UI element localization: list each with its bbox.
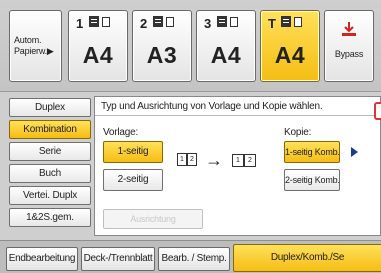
orientation-button[interactable]: Ausrichtung [103,209,203,229]
menu-item-distributed-duplex[interactable]: Vertei. Duplx [9,186,91,205]
menu-item-series[interactable]: Serie [9,142,91,161]
original-page-2: 2 [187,153,197,166]
function-tab-bar: Endbearbeitung Deck-/Trennblatt Bearb. /… [0,240,381,273]
tab-cover-slip-sheet[interactable]: Deck-/Trennblatt [81,247,155,271]
scroll-indicator-icon [374,102,381,120]
tray-t-number: T [268,16,276,31]
tray-3-button[interactable]: 3 A4 [196,10,256,82]
paper-tray-icon [217,16,247,28]
tab-edit-stamp[interactable]: Bearb. / Stemp. [158,247,230,271]
copy-page-2: 2 [244,154,256,167]
paper-tray-bar: Autom. Papierw.▶ 1 A4 2 A3 3 A4 T A4 Byp… [0,0,381,92]
tray-t-button[interactable]: T A4 [260,10,320,82]
bypass-tray-icon [325,21,373,41]
auto-paper-label-line1: Autom. [14,35,42,45]
menu-item-combination[interactable]: Kombination [9,120,91,139]
tray-3-size: A4 [210,42,242,68]
bypass-tray-button[interactable]: Bypass [324,10,374,82]
original-2-sided-button[interactable]: 2-seitig [103,169,163,191]
copy-label: Kopie: [284,127,312,138]
tray-2-number: 2 [140,16,148,31]
original-page-1: 1 [177,153,187,166]
original-label: Vorlage: [103,127,139,138]
duplex-settings-panel: Duplex Kombination Serie Buch Vertei. Du… [0,92,381,240]
tray-2-button[interactable]: 2 A3 [132,10,192,82]
tray-1-button[interactable]: 1 A4 [68,10,128,82]
tray-1-size: A4 [82,42,114,68]
tray-1-number: 1 [76,16,84,31]
auto-paper-select-label: Autom. Papierw.▶ [14,35,59,57]
paper-tray-icon [153,16,183,28]
tray-2-size: A3 [146,42,178,68]
tray-t-size: A4 [274,42,306,68]
tray-3-number: 3 [204,16,212,31]
instruction-text: Typ und Ausrichtung von Vorlage und Kopi… [101,101,323,112]
menu-item-1-2-sided[interactable]: 1&2S.gem. [9,208,91,227]
bypass-tray-label: Bypass [334,49,364,59]
conversion-arrow-icon: → [205,150,223,170]
copy-2-sided-combine-button[interactable]: 2-seitig Komb. [284,169,340,191]
combination-settings: Typ und Ausrichtung von Vorlage und Kopi… [94,96,381,236]
more-options-arrow-icon[interactable] [351,147,358,157]
copy-page-1: 1 [232,154,244,167]
auto-paper-label-line2: Papierw.▶ [14,46,54,56]
menu-item-combination-label: Kombination [23,124,77,135]
original-1-sided-button[interactable]: 1-seitig [103,141,163,163]
paper-tray-icon [281,16,311,28]
tab-finishing[interactable]: Endbearbeitung [6,247,78,271]
copy-1-sided-combine-button[interactable]: 1-seitig Komb. [284,141,340,163]
menu-item-book[interactable]: Buch [9,164,91,183]
menu-item-duplex[interactable]: Duplex [9,98,91,117]
divider [95,115,380,116]
paper-tray-icon [89,16,119,28]
auto-paper-select-button[interactable]: Autom. Papierw.▶ [9,10,62,82]
tab-duplex-combine-series[interactable]: Duplex/Komb./Se [233,244,381,272]
